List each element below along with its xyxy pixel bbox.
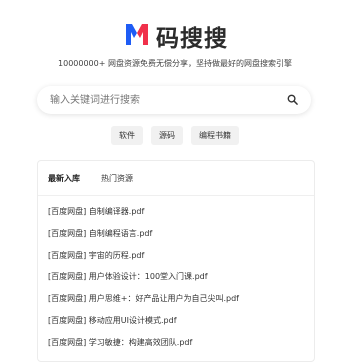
tab-hot-resources[interactable]: 热门资源 [101, 173, 133, 184]
search-box [37, 86, 311, 114]
resource-panel: 最新入库 热门资源 [百度网盘] 自制编译器.pdf [百度网盘] 自制编程语言… [37, 160, 315, 362]
list-item[interactable]: [百度网盘] 用户思维+：好产品让用户为自己尖叫.pdf [48, 292, 308, 314]
list-item[interactable]: [百度网盘] 学习敏捷：构建高效团队.pdf [48, 336, 308, 358]
list-item[interactable]: [百度网盘] 自制编程语言.pdf [48, 227, 308, 249]
logo-m-icon[interactable] [124, 21, 150, 47]
search-input[interactable] [50, 92, 280, 108]
brand-name[interactable]: 码搜搜 [156, 19, 228, 53]
list-item[interactable]: [百度网盘] 自制编译器.pdf [48, 205, 308, 227]
resource-list: [百度网盘] 自制编译器.pdf [百度网盘] 自制编程语言.pdf [百度网盘… [48, 205, 308, 358]
tagline: 10000000+ 网盘资源免费无偿分享，坚持做最好的网盘搜索引擎 [58, 59, 292, 68]
tab-latest[interactable]: 最新入库 [48, 173, 80, 184]
list-item[interactable]: [百度网盘] 用户体验设计：100堂入门课.pdf [48, 270, 308, 292]
header: 码搜搜 [0, 17, 350, 53]
panel-tabs: 最新入库 热门资源 [38, 161, 314, 196]
list-item[interactable]: [百度网盘] 宇宙的历程.pdf [48, 249, 308, 271]
list-item[interactable]: [百度网盘] 移动应用UI设计模式.pdf [48, 314, 308, 336]
quick-tags: 软件 源码 编程书籍 [0, 126, 350, 145]
tag-software[interactable]: 软件 [111, 126, 143, 145]
search-icon[interactable] [287, 94, 298, 105]
tag-source-code[interactable]: 源码 [151, 126, 183, 145]
tag-programming-books[interactable]: 编程书籍 [191, 126, 239, 145]
